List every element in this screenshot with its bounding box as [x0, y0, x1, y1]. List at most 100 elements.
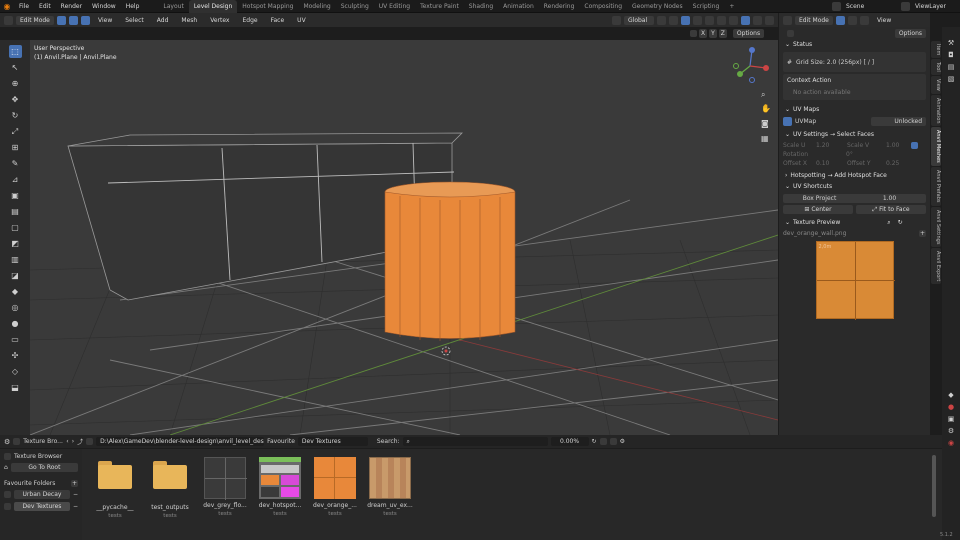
tab-anvil-prefabs[interactable]: Anvil Prefabs — [931, 167, 941, 206]
options-dropdown[interactable]: Options — [732, 28, 765, 38]
editor-type-gear-icon[interactable]: ⚙ — [4, 438, 10, 446]
search-input[interactable]: ⌕ — [402, 437, 548, 446]
view-layer-name[interactable]: ViewLayer — [910, 0, 960, 13]
menu-mesh[interactable]: Mesh — [176, 14, 202, 27]
scene-name[interactable]: Scene — [841, 0, 901, 13]
render-icon[interactable]: ◘ — [948, 51, 954, 59]
refresh-icon[interactable]: ↻ — [898, 217, 903, 228]
shading-material-icon[interactable] — [753, 15, 762, 25]
scale-u-value[interactable]: 1.20 — [816, 142, 844, 149]
menu-window[interactable]: Window — [87, 0, 121, 13]
remove-icon[interactable]: − — [73, 503, 78, 510]
list-item[interactable]: __pycache__ tests — [90, 457, 140, 519]
tab-modeling[interactable]: Modeling — [298, 0, 335, 13]
menu-add[interactable]: Add — [152, 14, 174, 27]
menu-select[interactable]: Select — [120, 14, 149, 27]
back-arrow-icon[interactable]: ‹ — [66, 438, 68, 445]
mode-selector-right[interactable]: Edit Mode — [795, 15, 833, 25]
transform-tool-icon[interactable]: ⊞ — [9, 141, 22, 154]
navigation-gizmo[interactable] — [730, 46, 770, 84]
snap-icon[interactable] — [669, 15, 678, 25]
tab-rendering[interactable]: Rendering — [539, 0, 580, 13]
xray-icon[interactable] — [717, 15, 726, 25]
view-layer-icon[interactable] — [901, 1, 910, 11]
remove-icon[interactable]: − — [73, 491, 78, 498]
favourite-dropdown[interactable]: Dev Textures — [297, 437, 368, 446]
zoom-field[interactable]: 0.00% — [550, 437, 589, 446]
editor-name[interactable]: Texture Bro... — [23, 438, 63, 445]
path-field[interactable]: D:\Alex\GameDev\blender-level-design\anv… — [96, 437, 265, 446]
play-icon[interactable] — [787, 29, 794, 37]
shrink-tool-icon[interactable]: ✣ — [9, 349, 22, 362]
rip-tool-icon[interactable]: ⬓ — [9, 381, 22, 394]
tab-anvil-export[interactable]: Anvil Export — [931, 248, 941, 285]
scene-icon[interactable] — [832, 1, 841, 11]
shading-solid-icon[interactable] — [741, 15, 750, 25]
tab-level-design[interactable]: Level Design — [188, 0, 238, 13]
camera-view-icon[interactable]: ◙ — [761, 119, 769, 128]
favourite-folder-dev-textures[interactable]: Dev Textures — [14, 502, 70, 511]
scrollbar[interactable] — [932, 455, 936, 517]
menu-face[interactable]: Face — [266, 14, 290, 27]
link-scale-icon[interactable] — [911, 142, 918, 149]
edge-slide-tool-icon[interactable]: ▭ — [9, 333, 22, 346]
tab-shading[interactable]: Shading — [464, 0, 498, 13]
inset-tool-icon[interactable]: ▢ — [9, 221, 22, 234]
go-to-root-button[interactable]: Go To Root — [10, 463, 78, 472]
editor-type-icon[interactable] — [783, 15, 792, 25]
modifier-icon[interactable]: ⚙ — [948, 427, 954, 435]
3d-viewport[interactable]: User Perspective (1) Anvil.Plane | Anvil… — [30, 40, 778, 435]
menu-help[interactable]: Help — [121, 0, 145, 13]
proportional-edit-icon[interactable] — [681, 15, 690, 25]
tab-tool[interactable]: Tool — [931, 59, 941, 76]
menu-render[interactable]: Render — [56, 0, 87, 13]
cursor-3d-tool-icon[interactable]: ⊕ — [9, 77, 22, 90]
vertex-select-icon[interactable] — [836, 15, 845, 25]
measure-tool-icon[interactable]: ⊿ — [9, 173, 22, 186]
uv-map-name[interactable]: UVMap — [795, 118, 868, 125]
menu-uv[interactable]: UV — [292, 14, 311, 27]
add-workspace-icon[interactable]: + — [724, 0, 739, 13]
status-section-title[interactable]: ⌄ Status — [779, 39, 930, 50]
spin-tool-icon[interactable]: ◎ — [9, 301, 22, 314]
select-box-tool-icon[interactable]: ⬚ — [8, 45, 22, 58]
shear-tool-icon[interactable]: ◇ — [9, 365, 22, 378]
filter-icon[interactable] — [599, 438, 607, 445]
uv-maps-section-title[interactable]: ⌄ UV Maps — [779, 104, 930, 115]
viewport-visibility-icon[interactable] — [693, 15, 702, 25]
sort-icon[interactable] — [609, 438, 617, 445]
list-item[interactable]: dev_hotspot... tests — [255, 457, 305, 517]
options-dropdown-right[interactable]: Options — [894, 28, 926, 38]
face-select-icon[interactable] — [81, 15, 90, 25]
tab-hotspot-mapping[interactable]: Hotspot Mapping — [237, 0, 298, 13]
loop-cut-tool-icon[interactable]: ▥ — [9, 253, 22, 266]
zoom-icon[interactable]: ⌕ — [761, 90, 765, 100]
unlocked-toggle[interactable]: Unlocked — [871, 117, 926, 126]
tab-animation[interactable]: Animation — [931, 94, 941, 127]
menu-view-right[interactable]: View — [872, 14, 896, 27]
mesh-symmetry-icon[interactable] — [690, 29, 697, 37]
mirror-x-toggle[interactable]: X — [699, 28, 708, 38]
browser-type-icon[interactable] — [13, 438, 21, 445]
extrude-tool-icon[interactable]: ▤ — [9, 205, 22, 218]
mirror-y-toggle[interactable]: Y — [709, 28, 717, 38]
tab-sculpting[interactable]: Sculpting — [336, 0, 374, 13]
world-icon[interactable]: ● — [948, 403, 954, 411]
poly-build-tool-icon[interactable]: ◆ — [9, 285, 22, 298]
rotate-tool-icon[interactable]: ↻ — [9, 109, 22, 122]
search-icon[interactable]: ⌕ — [887, 217, 890, 228]
tool-icon[interactable]: ⚒ — [948, 39, 954, 47]
move-tool-icon[interactable]: ✥ — [9, 93, 22, 106]
tab-item[interactable]: Item — [931, 41, 941, 59]
scene-props-icon[interactable]: ◆ — [948, 391, 953, 399]
annotate-tool-icon[interactable]: ✎ — [9, 157, 22, 170]
tab-scripting[interactable]: Scripting — [688, 0, 725, 13]
offset-y-value[interactable]: 0.25 — [886, 160, 899, 167]
shading-rendered-icon[interactable] — [765, 15, 774, 25]
mode-selector[interactable]: Edit Mode — [16, 15, 54, 25]
tab-layout[interactable]: Layout — [158, 0, 188, 13]
cursor-tool-icon[interactable]: ↖ — [9, 61, 22, 74]
uv-shortcuts-section-title[interactable]: ⌄ UV Shortcuts — [779, 181, 930, 192]
box-project-button[interactable]: Box Project — [786, 195, 853, 202]
favourite-folder-urban-decay[interactable]: Urban Decay — [14, 490, 70, 499]
